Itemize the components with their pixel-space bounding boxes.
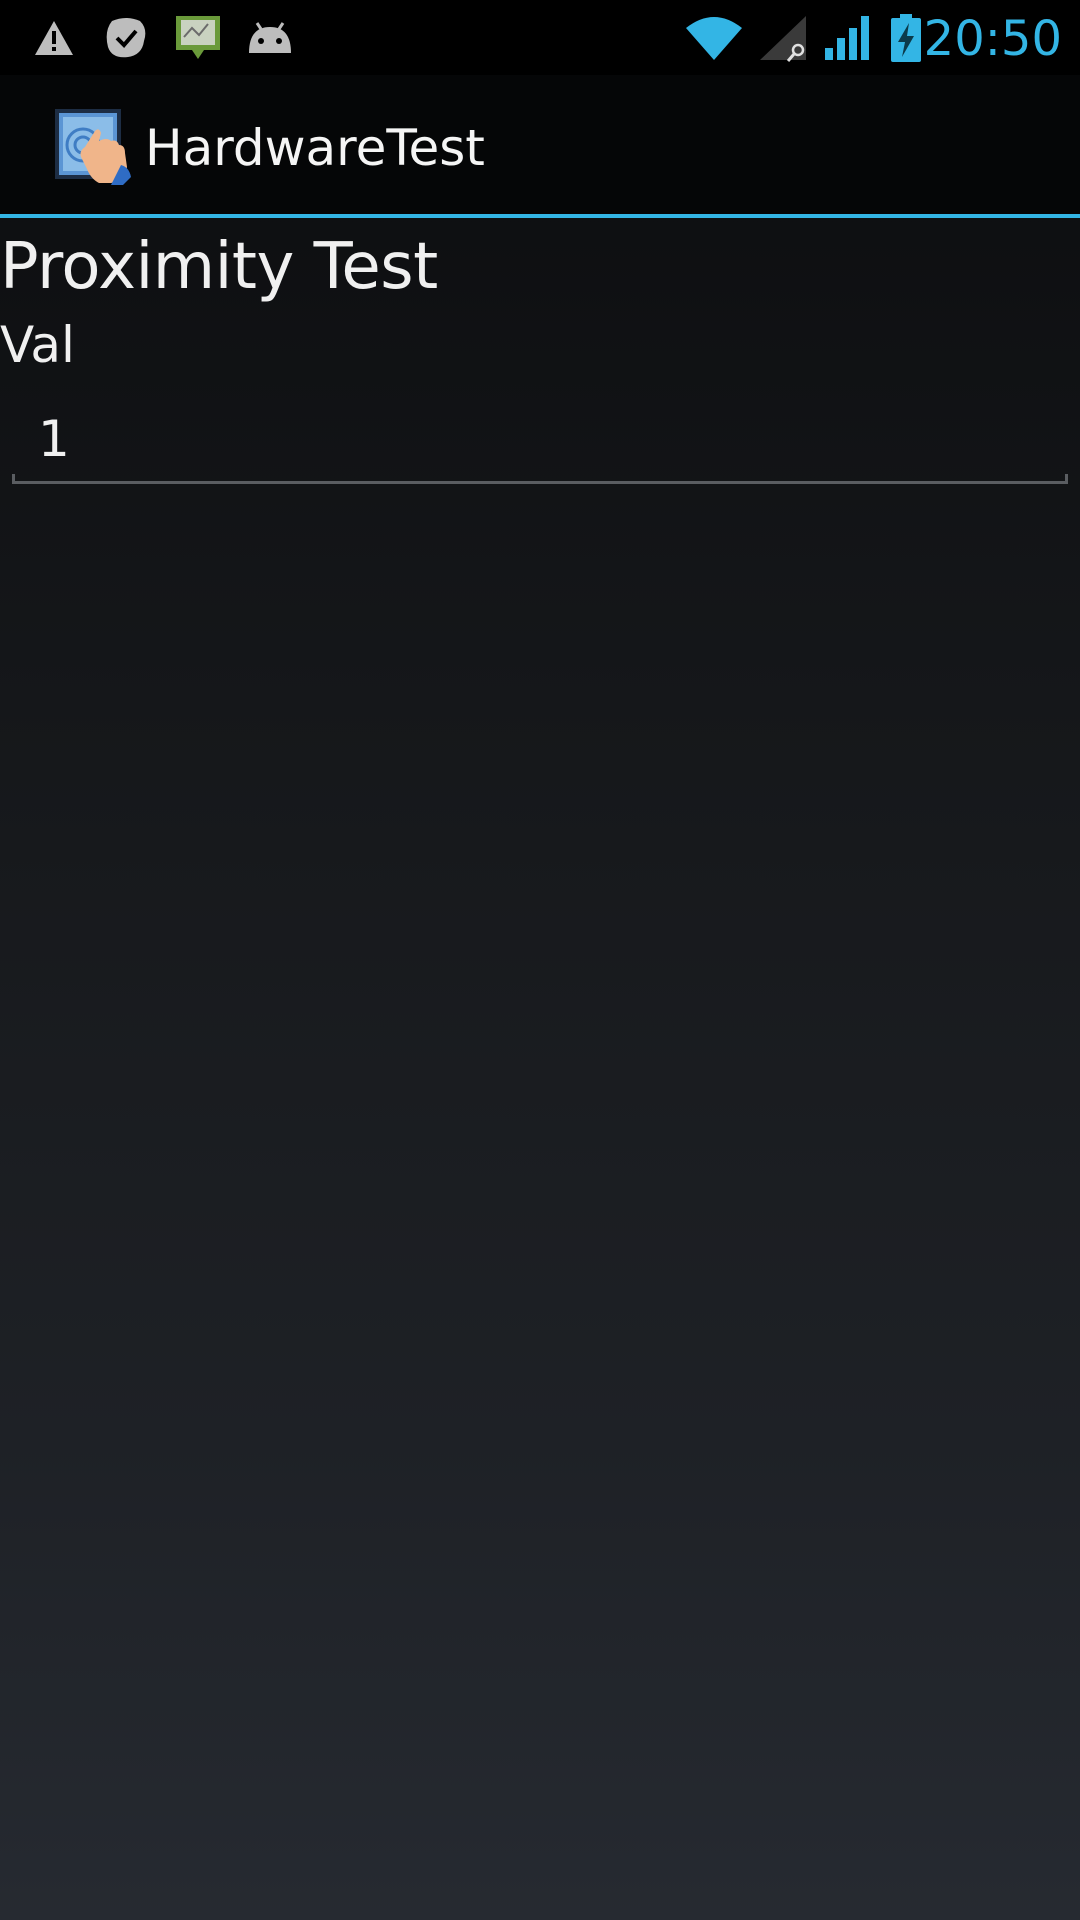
android-debug-icon (246, 0, 294, 75)
warning-icon (30, 0, 78, 75)
status-time: 20:50 (923, 11, 1062, 67)
action-bar-divider (0, 214, 1080, 218)
page-title: Proximity Test (0, 230, 438, 304)
wifi-icon (683, 0, 745, 75)
value-field[interactable]: 1 (12, 400, 1068, 484)
app-title: HardwareTest (145, 119, 485, 177)
action-bar: HardwareTest (0, 75, 1080, 214)
map-notification-icon (174, 0, 222, 75)
battery-charging-icon (886, 0, 926, 75)
signal-roaming-icon (758, 0, 810, 75)
signal-icon (823, 0, 875, 75)
status-bar: 20:50 (0, 0, 1080, 75)
touch-screen-app-icon[interactable] (55, 109, 133, 185)
task-check-icon (102, 0, 150, 75)
value-field-underline (12, 474, 1068, 484)
value-label: Val (0, 316, 75, 374)
value-text: 1 (38, 410, 70, 468)
